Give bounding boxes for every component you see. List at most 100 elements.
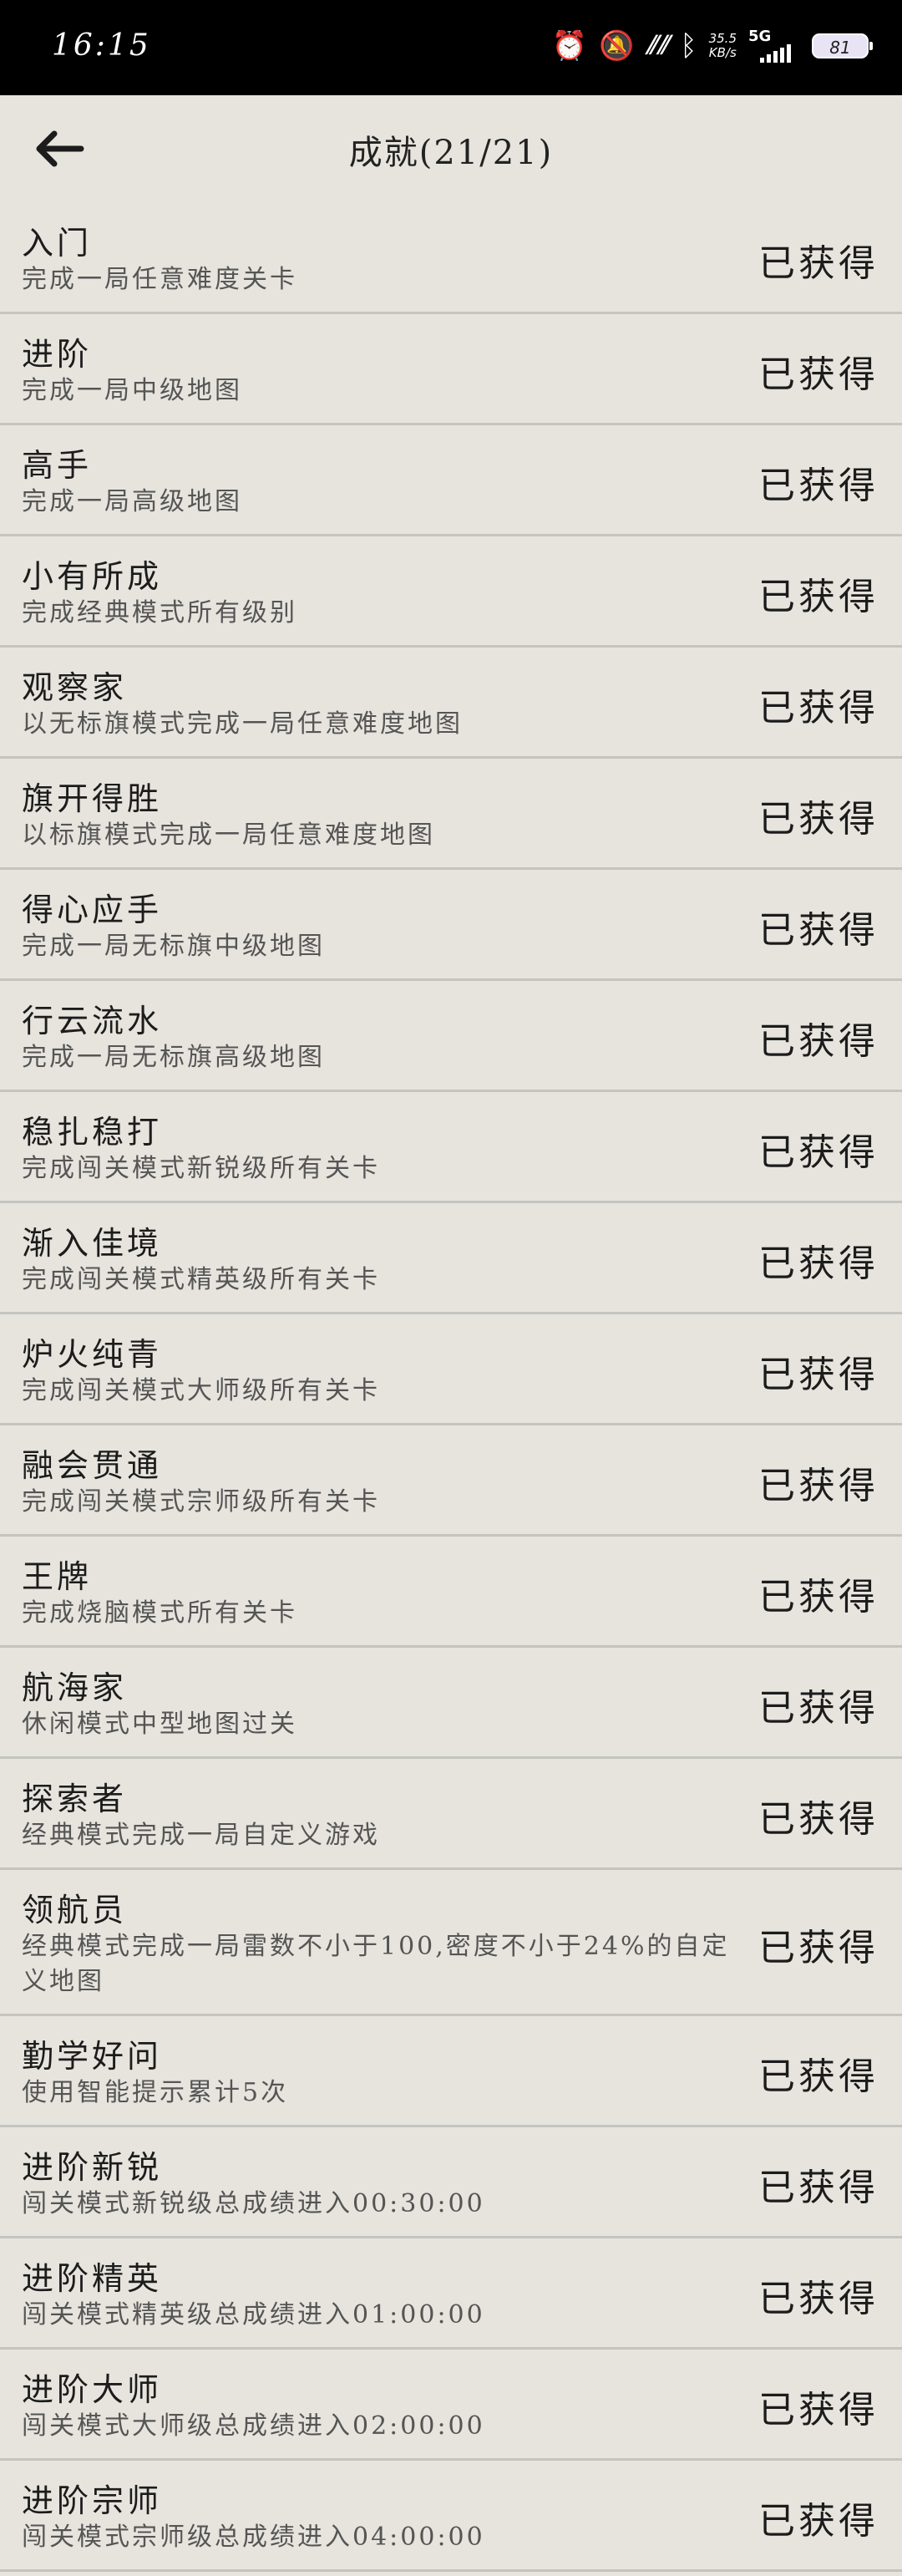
alarm-icon: ⏰ [551, 29, 588, 63]
achievement-desc: 完成烧脑模式所有关卡 [22, 1598, 297, 1628]
achievement-row[interactable]: 小有所成 完成经典模式所有级别 已获得 [0, 541, 902, 648]
achievement-name: 行云流水 [22, 1003, 163, 1039]
achievement-row[interactable]: 勤学好问 使用智能提示累计5次 已获得 [0, 2020, 902, 2127]
achievement-row[interactable]: 进阶大师 闯关模式大师级总成绩进入02:00:00 已获得 [0, 2354, 902, 2461]
achievement-status: 已获得 [758, 1926, 879, 1969]
achievement-name: 王牌 [22, 1558, 93, 1595]
achievement-name: 进阶 [22, 336, 93, 373]
achievement-name: 进阶精英 [22, 2260, 163, 2297]
achievement-status: 已获得 [758, 2388, 879, 2431]
achievement-status: 已获得 [758, 1019, 879, 1063]
achievement-row[interactable]: 入门 完成一局任意难度关卡 已获得 [0, 207, 902, 314]
achievement-name: 小有所成 [22, 558, 163, 595]
achievement-row[interactable]: 行云流水 完成一局无标旗高级地图 已获得 [0, 985, 902, 1092]
achievement-row[interactable]: 炉火纯青 完成闯关模式大师级所有关卡 已获得 [0, 1318, 902, 1425]
achievement-name: 进阶新锐 [22, 2149, 163, 2186]
achievement-status: 已获得 [758, 908, 879, 952]
achievement-name: 探索者 [22, 1781, 128, 1817]
achievement-desc: 完成闯关模式大师级所有关卡 [22, 1376, 380, 1405]
net-speed-unit: KB/s [708, 45, 737, 60]
network-type: 5G [748, 28, 772, 45]
achievement-row[interactable]: 融会贯通 完成闯关模式宗师级所有关卡 已获得 [0, 1430, 902, 1537]
achievement-status: 已获得 [758, 1575, 879, 1618]
achievement-desc: 完成闯关模式新锐级所有关卡 [22, 1154, 380, 1183]
achievement-desc: 完成经典模式所有级别 [22, 598, 297, 627]
status-time: 16:15 [52, 28, 151, 63]
cellular-signal-icon: 5G [748, 28, 800, 64]
achievement-name: 勤学好问 [22, 2038, 163, 2075]
achievement-status: 已获得 [758, 464, 879, 507]
achievement-desc: 闯关模式新锐级总成绩进入00:30:00 [22, 2189, 485, 2218]
achievement-list[interactable]: 入门 完成一局任意难度关卡 已获得 进阶 完成一局中级地图 已获得 高手 完成一… [0, 207, 902, 2576]
achievement-row[interactable]: 领航员 经典模式完成一局雷数不小于100,密度不小于24%的自定义地图 已获得 [0, 1874, 902, 2016]
achievement-name: 进阶宗师 [22, 2482, 163, 2519]
status-bar: 16:15 ⏰ 🔕 ⫽⫽ ᛒ 35.5 KB/s 5G 81 [0, 0, 902, 95]
header: 成就(21/21) [0, 95, 902, 202]
achievement-status: 已获得 [758, 575, 879, 618]
achievement-row[interactable]: 航海家 休闲模式中型地图过关 已获得 [0, 1652, 902, 1759]
achievement-status: 已获得 [758, 1130, 879, 1174]
achievement-status: 已获得 [758, 2277, 879, 2320]
bluetooth-icon: ᛒ [680, 29, 697, 63]
achievement-desc: 完成一局无标旗高级地图 [22, 1043, 325, 1072]
achievement-name: 航海家 [22, 1669, 128, 1706]
achievement-row[interactable]: 王牌 完成烧脑模式所有关卡 已获得 [0, 1541, 902, 1648]
achievement-row[interactable]: 高手 完成一局高级地图 已获得 [0, 429, 902, 536]
achievement-status: 已获得 [758, 1464, 879, 1507]
battery-icon: 81 [812, 33, 873, 58]
achievement-status: 已获得 [758, 2055, 879, 2098]
achievement-status: 已获得 [758, 2499, 879, 2543]
achievement-row[interactable]: 稳扎稳打 完成闯关模式新锐级所有关卡 已获得 [0, 1096, 902, 1203]
achievement-desc: 以标旗模式完成一局任意难度地图 [22, 821, 435, 850]
achievement-desc: 完成闯关模式精英级所有关卡 [22, 1265, 380, 1294]
achievement-status: 已获得 [758, 1797, 879, 1841]
achievement-name: 观察家 [22, 669, 128, 706]
achievement-status: 已获得 [758, 1686, 879, 1730]
achievement-name: 领航员 [22, 1892, 128, 1928]
achievement-name: 进阶大师 [22, 2371, 163, 2408]
achievement-status: 已获得 [758, 797, 879, 841]
achievement-name: 旗开得胜 [22, 780, 163, 817]
achievement-desc: 完成闯关模式宗师级所有关卡 [22, 1487, 380, 1517]
status-icons: ⏰ 🔕 ⫽⫽ ᛒ 35.5 KB/s 5G 81 [551, 25, 873, 67]
achievement-row[interactable]: 探索者 经典模式完成一局自定义游戏 已获得 [0, 1763, 902, 1870]
achievement-name: 入门 [22, 225, 93, 262]
achievement-row[interactable]: 渐入佳境 完成闯关模式精英级所有关卡 已获得 [0, 1207, 902, 1314]
achievement-desc: 经典模式完成一局雷数不小于100,密度不小于24%的自定义地图 [22, 1932, 730, 1996]
achievement-desc: 以无标旗模式完成一局任意难度地图 [22, 709, 463, 739]
achievement-name: 高手 [22, 447, 93, 484]
achievement-desc: 闯关模式精英级总成绩进入01:00:00 [22, 2300, 485, 2330]
achievement-name: 得心应手 [22, 892, 163, 928]
achievement-row[interactable]: 进阶精英 闯关模式精英级总成绩进入01:00:00 已获得 [0, 2243, 902, 2350]
achievement-desc: 完成一局无标旗中级地图 [22, 932, 325, 961]
achievement-desc: 闯关模式宗师级总成绩进入04:00:00 [22, 2523, 485, 2552]
net-speed-value: 35.5 [708, 31, 737, 46]
achievement-row[interactable]: 进阶 完成一局中级地图 已获得 [0, 318, 902, 425]
achievement-row[interactable]: 观察家 以无标旗模式完成一局任意难度地图 已获得 [0, 652, 902, 759]
achievement-desc: 闯关模式大师级总成绩进入02:00:00 [22, 2411, 485, 2441]
achievement-row[interactable]: 得心应手 完成一局无标旗中级地图 已获得 [0, 874, 902, 981]
achievement-status: 已获得 [758, 1242, 879, 1285]
achievement-row[interactable]: 旗开得胜 以标旗模式完成一局任意难度地图 已获得 [0, 763, 902, 870]
achievement-row[interactable]: 进阶新锐 闯关模式新锐级总成绩进入00:30:00 已获得 [0, 2131, 902, 2238]
achievement-desc: 完成一局高级地图 [22, 487, 242, 516]
achievement-row[interactable]: 进阶宗师 闯关模式宗师级总成绩进入04:00:00 已获得 [0, 2465, 902, 2572]
achievement-desc: 使用智能提示累计5次 [22, 2078, 289, 2107]
network-brand-icon: ⫽⫽ [646, 31, 669, 60]
mute-icon: 🔕 [599, 29, 635, 63]
achievement-desc: 经典模式完成一局自定义游戏 [22, 1821, 380, 1850]
achievement-name: 稳扎稳打 [22, 1114, 163, 1151]
page-title: 成就(21/21) [348, 134, 554, 172]
achievement-name: 渐入佳境 [22, 1225, 163, 1262]
achievement-status: 已获得 [758, 1353, 879, 1396]
achievement-desc: 完成一局任意难度关卡 [22, 265, 297, 294]
net-speed: 35.5 KB/s [709, 32, 737, 60]
achievement-desc: 完成一局中级地图 [22, 376, 242, 405]
achievement-status: 已获得 [758, 353, 879, 396]
achievement-status: 已获得 [758, 2166, 879, 2209]
achievement-status: 已获得 [758, 241, 879, 285]
achievement-name: 炉火纯青 [22, 1336, 163, 1373]
achievement-status: 已获得 [758, 686, 879, 729]
achievement-name: 融会贯通 [22, 1447, 163, 1484]
achievement-desc: 休闲模式中型地图过关 [22, 1710, 297, 1739]
